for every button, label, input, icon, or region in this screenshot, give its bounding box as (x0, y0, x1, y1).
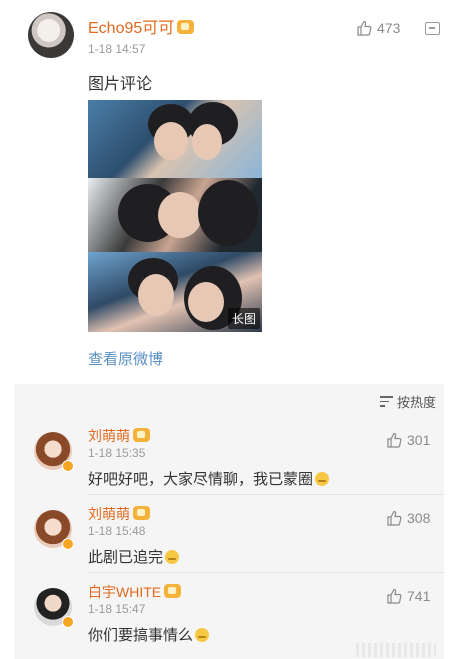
watermark (356, 643, 436, 657)
sort-label: 按热度 (396, 395, 436, 410)
divider (88, 494, 444, 495)
emoji-icon (165, 550, 180, 564)
comment-username-text[interactable]: 刘萌萌 (88, 506, 130, 522)
comment-text: 你们要搞事情么 (88, 624, 210, 645)
comment-text-content: 此剧已追完 (88, 549, 164, 566)
thumbs-up-icon (387, 588, 402, 604)
comment-text-content: 你们要搞事情么 (88, 627, 194, 644)
verified-badge-icon (62, 538, 74, 550)
comment-time: 1-18 15:47 (88, 602, 146, 616)
comment-text: 好吧好吧，大家尽情聊，我已蒙圈 (88, 468, 330, 489)
comment-more-icon[interactable] (425, 22, 440, 35)
comment-like-button[interactable]: 308 (386, 510, 430, 526)
comment-username-text[interactable]: 白宇WHITE (88, 584, 161, 600)
view-original-link[interactable]: 查看原微博 (88, 348, 163, 369)
post-username[interactable]: Echo95可可 (88, 14, 195, 38)
comment-username[interactable]: 刘萌萌 (88, 426, 150, 446)
comment-time: 1-18 15:35 (88, 446, 146, 460)
post-like-count: 473 (377, 20, 401, 36)
sort-icon (379, 396, 393, 407)
divider (88, 572, 444, 573)
comment-username-text[interactable]: 刘萌萌 (88, 428, 130, 444)
avatar[interactable] (28, 12, 74, 58)
thumbs-up-icon (357, 20, 372, 36)
comment-text: 此剧已追完 (88, 546, 180, 567)
emoji-icon (195, 628, 210, 642)
comment-username[interactable]: 白宇WHITE (88, 582, 182, 602)
comment-like-count: 308 (407, 510, 431, 526)
emoji-icon (315, 472, 330, 486)
comment-item: 刘萌萌 1-18 15:48 此剧已追完 308 (14, 496, 444, 572)
comment-time: 1-18 15:48 (88, 524, 146, 538)
image-panel-2 (88, 178, 262, 252)
comment-item: 刘萌萌 1-18 15:35 好吧好吧，大家尽情聊，我已蒙圈 301 (14, 418, 444, 494)
verified-badge-icon (62, 616, 74, 628)
comment-text-content: 好吧好吧，大家尽情聊，我已蒙圈 (88, 471, 314, 488)
long-image-badge: 长图 (227, 308, 260, 329)
comment-like-count: 741 (407, 588, 431, 604)
vip-badge-icon (164, 584, 182, 598)
vip-badge-icon (133, 506, 150, 520)
vip-badge-icon (177, 20, 195, 34)
comments-section: 按热度 刘萌萌 1-18 15:35 好吧好吧，大家尽情聊，我已蒙圈 301 刘… (14, 384, 444, 659)
comment-username[interactable]: 刘萌萌 (88, 504, 150, 524)
post-time: 1-18 14:57 (88, 42, 146, 56)
comment-like-button[interactable]: 741 (386, 588, 430, 604)
thumbs-up-icon (387, 510, 402, 526)
comment-like-button[interactable]: 301 (386, 432, 430, 448)
comment-item: 白宇WHITE 1-18 15:47 你们要搞事情么 741 (14, 574, 444, 650)
verified-badge-icon (62, 460, 74, 472)
post-like-button[interactable]: 473 (356, 20, 400, 36)
vip-badge-icon (133, 428, 150, 442)
image-panel-1 (88, 100, 262, 178)
post-text: 图片评论 (88, 76, 153, 93)
comment-like-count: 301 (407, 432, 431, 448)
post-image[interactable]: 长图 (88, 100, 262, 332)
thumbs-up-icon (387, 432, 402, 448)
post-username-text[interactable]: Echo95可可 (88, 20, 174, 37)
sort-button[interactable]: 按热度 (379, 392, 436, 411)
main-post: Echo95可可 1-18 14:57 473 图片评论 长图 查看原微博 (0, 0, 458, 380)
